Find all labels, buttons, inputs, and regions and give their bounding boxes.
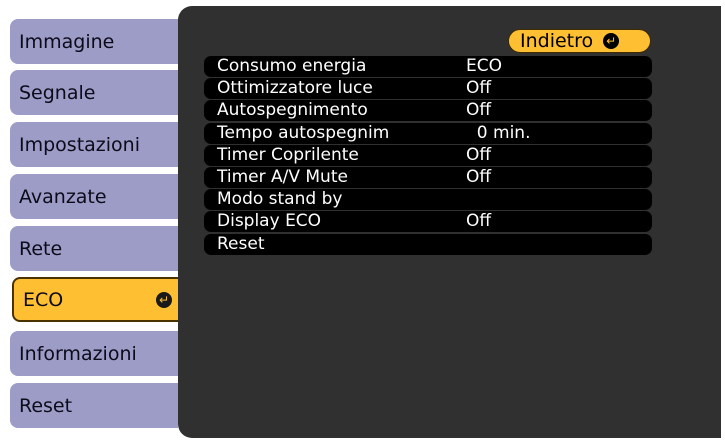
setting-name: Ottimizzatore luce bbox=[217, 78, 373, 99]
setting-row-modo-stand-by[interactable]: Modo stand by bbox=[204, 189, 652, 211]
sidebar-item-immagine[interactable]: Immagine bbox=[10, 19, 178, 64]
setting-row-autospegnimento[interactable]: Autospegnimento Off bbox=[204, 100, 652, 122]
enter-icon: ↵ bbox=[156, 291, 172, 308]
sidebar-item-reset[interactable]: Reset bbox=[10, 383, 178, 428]
setting-name: Reset bbox=[217, 233, 265, 254]
back-button[interactable]: Indietro ↵ bbox=[508, 29, 651, 53]
setting-name: Display ECO bbox=[217, 211, 322, 232]
sidebar-item-label: Impostazioni bbox=[19, 133, 140, 156]
sidebar-item-rete[interactable]: Rete bbox=[10, 226, 178, 271]
setting-value: ECO bbox=[466, 56, 502, 76]
sidebar-item-impostazioni[interactable]: Impostazioni bbox=[10, 122, 178, 167]
setting-row-ottimizzatore-luce[interactable]: Ottimizzatore luce Off bbox=[204, 78, 652, 100]
enter-icon: ↵ bbox=[603, 33, 620, 49]
setting-row-consumo-energia[interactable]: Consumo energia ECO bbox=[204, 56, 652, 77]
setting-row-timer-coprilente[interactable]: Timer Coprilente Off bbox=[204, 144, 652, 166]
sidebar-item-label: Segnale bbox=[19, 81, 96, 104]
setting-row-reset[interactable]: Reset bbox=[204, 233, 652, 255]
setting-value: Off bbox=[466, 144, 492, 165]
sidebar-item-label: Immagine bbox=[19, 30, 115, 53]
setting-value: Off bbox=[466, 211, 492, 232]
setting-name: Timer A/V Mute bbox=[217, 166, 348, 187]
settings-list: Consumo energia ECO Ottimizzatore luce O… bbox=[204, 56, 652, 256]
sidebar-item-label: ECO bbox=[23, 288, 64, 311]
sidebar-item-label: Avanzate bbox=[19, 185, 107, 208]
sidebar-item-label: Informazioni bbox=[19, 342, 137, 365]
sidebar-item-label: Reset bbox=[19, 394, 73, 417]
sidebar-item-avanzate[interactable]: Avanzate bbox=[10, 174, 178, 219]
sidebar-item-eco[interactable]: ECO ↵ bbox=[12, 277, 184, 322]
setting-name: Tempo autospegnim bbox=[217, 122, 390, 143]
setting-name: Autospegnimento bbox=[217, 100, 368, 121]
setting-value: 0 min. bbox=[466, 122, 531, 143]
setting-row-display-eco[interactable]: Display ECO Off bbox=[204, 211, 652, 233]
setting-value: Off bbox=[466, 100, 492, 121]
sidebar-item-informazioni[interactable]: Informazioni bbox=[10, 331, 178, 376]
setting-name: Modo stand by bbox=[217, 189, 343, 210]
setting-name: Consumo energia bbox=[217, 56, 367, 76]
back-button-label: Indietro bbox=[520, 30, 594, 52]
sidebar-item-segnale[interactable]: Segnale bbox=[10, 70, 178, 115]
sidebar-item-label: Rete bbox=[19, 237, 63, 260]
setting-value: Off bbox=[466, 78, 492, 99]
setting-row-tempo-autospegnim[interactable]: Tempo autospegnim 0 min. bbox=[204, 122, 652, 144]
setting-row-timer-av-mute[interactable]: Timer A/V Mute Off bbox=[204, 166, 652, 188]
setting-name: Timer Coprilente bbox=[217, 144, 359, 165]
setting-value: Off bbox=[466, 166, 492, 187]
